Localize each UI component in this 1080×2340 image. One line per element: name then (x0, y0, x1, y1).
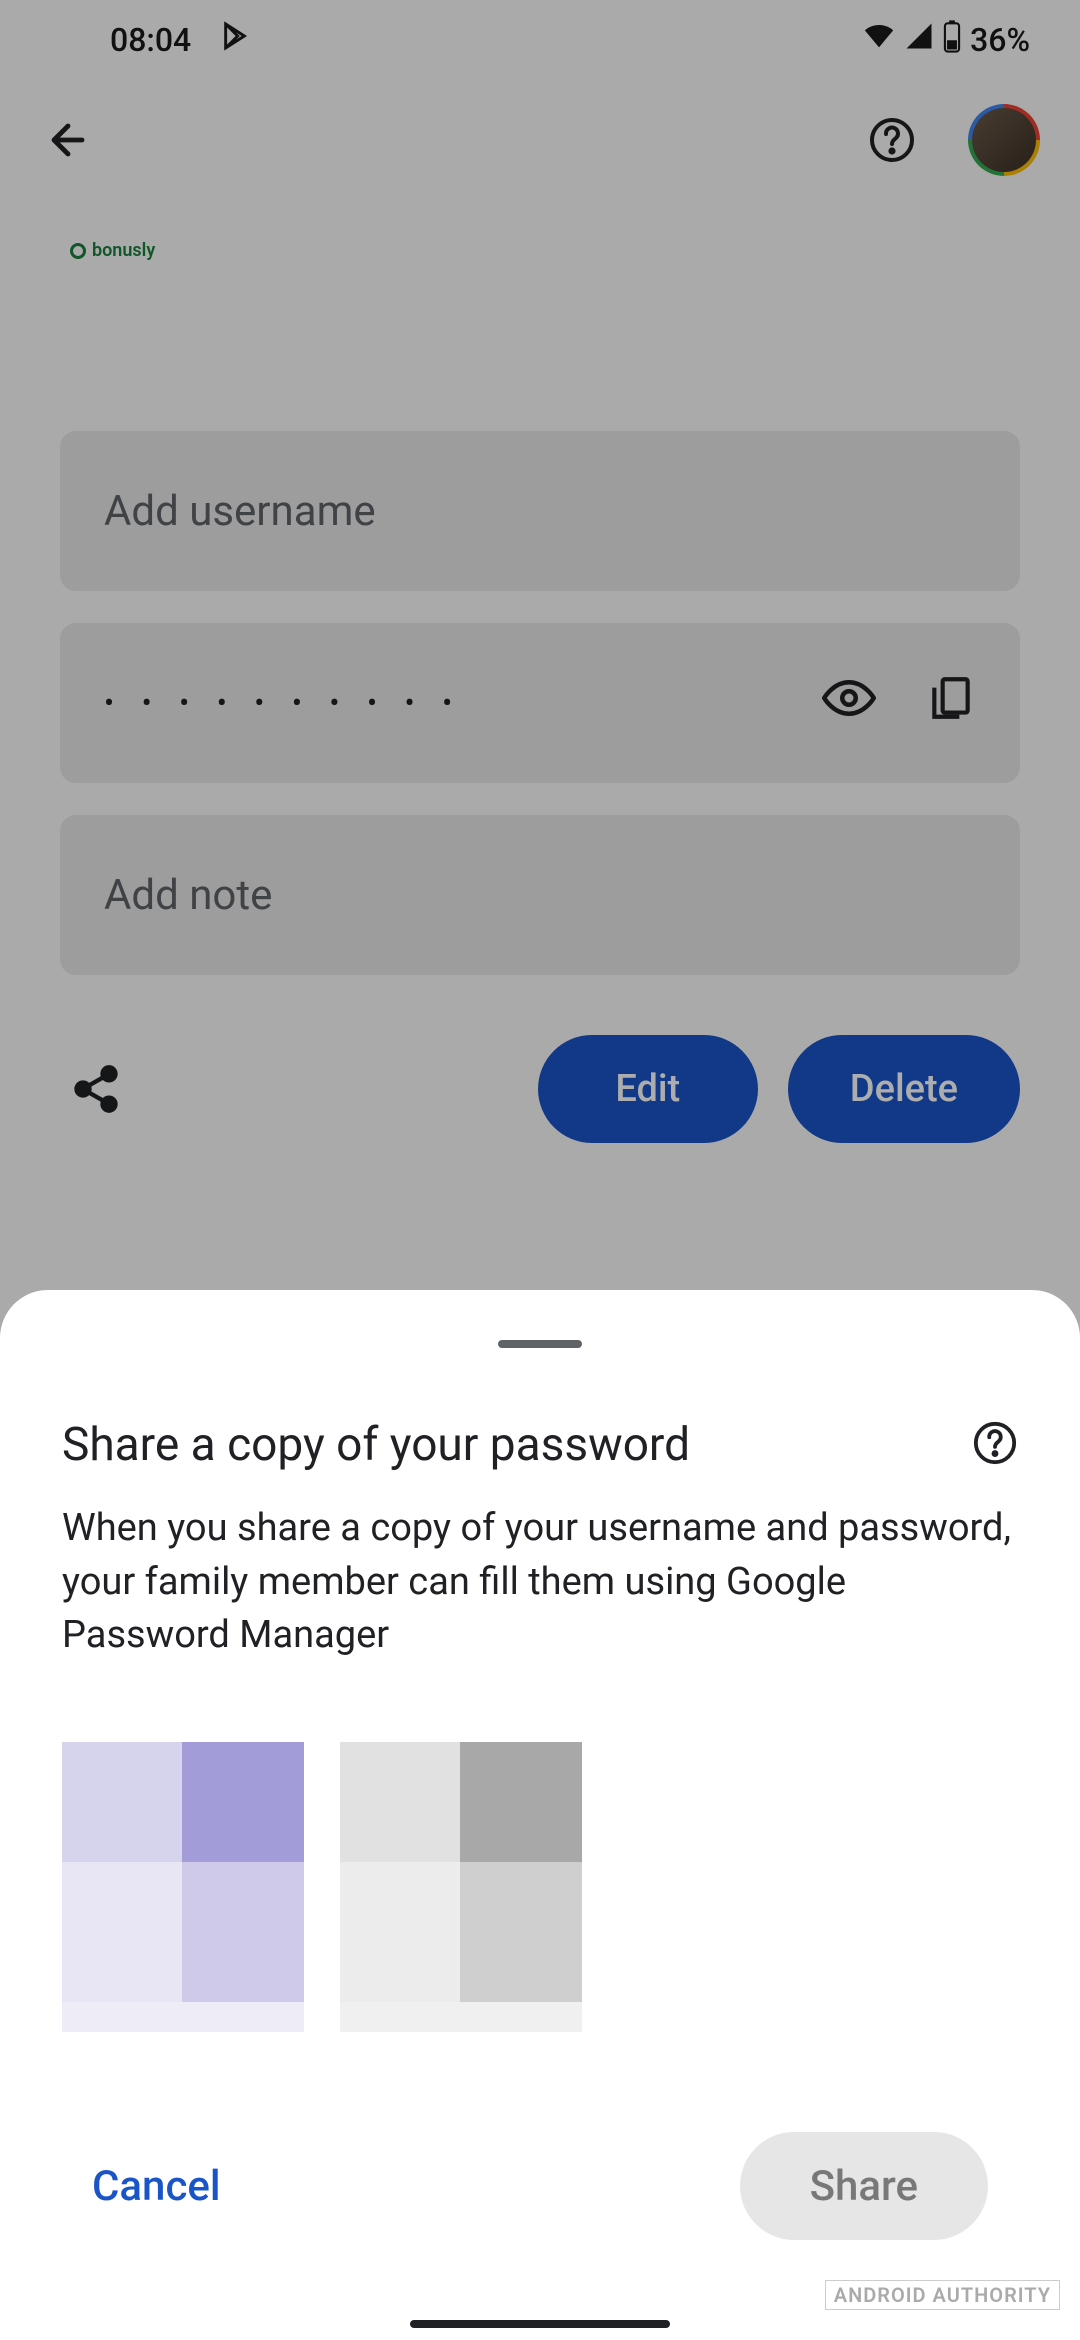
contact-list (62, 1742, 1018, 2032)
share-button[interactable]: Share (740, 2132, 988, 2240)
sheet-help-button[interactable] (972, 1420, 1018, 1470)
navigation-handle[interactable] (410, 2320, 670, 2328)
cancel-button[interactable]: Cancel (92, 2162, 221, 2211)
sheet-drag-handle[interactable] (498, 1340, 582, 1348)
contact-item[interactable] (340, 1742, 582, 2032)
watermark: ANDROID AUTHORITY (825, 2280, 1060, 2310)
sheet-description: When you share a copy of your username a… (62, 1502, 1018, 1662)
contact-item[interactable] (62, 1742, 304, 2032)
share-password-sheet: Share a copy of your password When you s… (0, 1290, 1080, 2340)
sheet-title: Share a copy of your password (62, 1418, 690, 1472)
